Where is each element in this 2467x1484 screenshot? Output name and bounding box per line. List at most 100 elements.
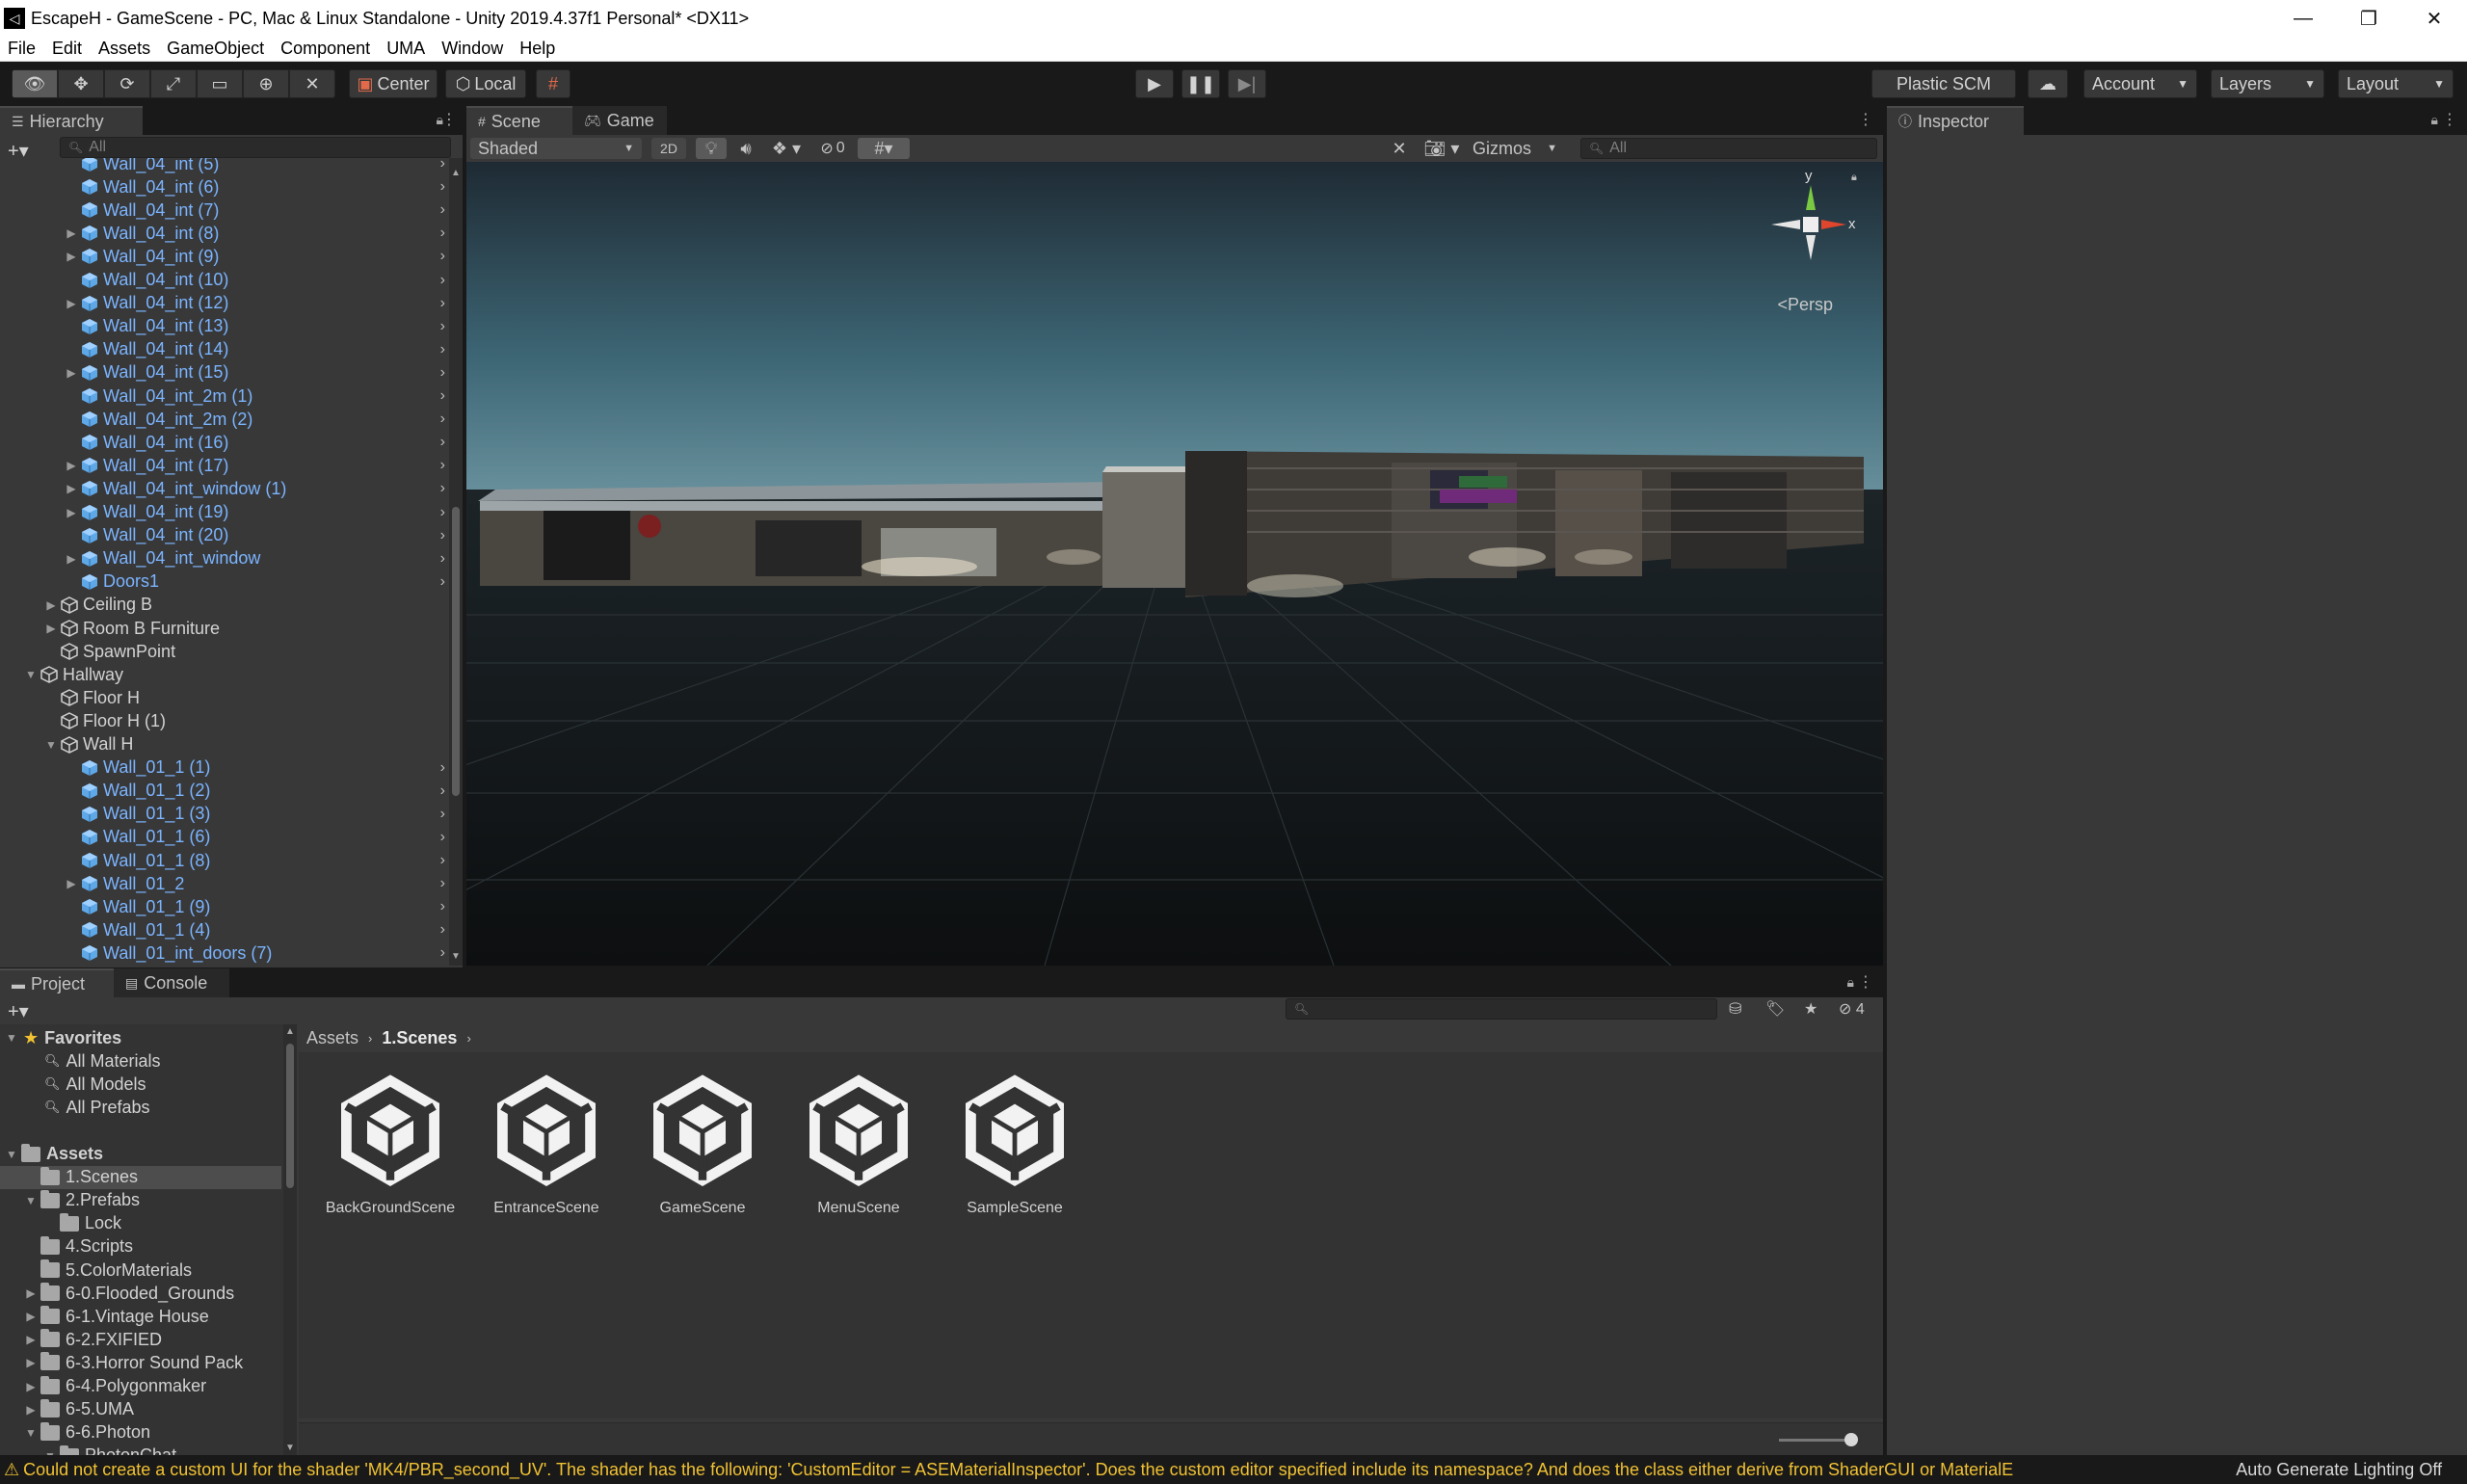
- hierarchy-item[interactable]: ▶ Wall_04_int (17) ›: [0, 454, 451, 477]
- hierarchy-item[interactable]: SpawnPoint: [0, 640, 451, 663]
- hierarchy-item[interactable]: Wall_04_int (10) ›: [0, 269, 451, 292]
- hierarchy-scrollbar[interactable]: ▲ ▼: [449, 158, 463, 966]
- project-tree-item[interactable]: ▼ Assets: [0, 1143, 281, 1166]
- open-prefab-chevron-icon[interactable]: ›: [440, 573, 445, 591]
- hierarchy-scroll-thumb[interactable]: [452, 507, 460, 796]
- tree-scrollbar[interactable]: ▲ ▼: [283, 1024, 297, 1455]
- lighting-status[interactable]: Auto Generate Lighting Off: [2236, 1460, 2442, 1480]
- project-tree-item[interactable]: ▶ 6-3.Horror Sound Pack: [0, 1351, 281, 1374]
- project-tree-item[interactable]: 🔍︎ All Prefabs: [0, 1096, 281, 1119]
- hidden-packages-toggle[interactable]: ⊘ 4: [1839, 999, 1865, 1019]
- hierarchy-item[interactable]: Wall_04_int_2m (1) ›: [0, 384, 451, 408]
- gizmo-lock-icon[interactable]: 🔒︎: [1851, 172, 1857, 184]
- collapsed-arrow-icon[interactable]: ▶: [65, 250, 78, 263]
- collapsed-arrow-icon[interactable]: ▶: [44, 598, 58, 612]
- hierarchy-item[interactable]: Wall_04_int (5) ›: [0, 158, 451, 175]
- open-prefab-chevron-icon[interactable]: ›: [440, 411, 445, 428]
- scroll-down-icon[interactable]: ▼: [451, 951, 461, 962]
- view-tool-icon[interactable]: 👁: [12, 69, 58, 98]
- tab-console[interactable]: ▤ Console: [114, 968, 229, 997]
- project-tree-item[interactable]: 1.Scenes: [0, 1165, 281, 1189]
- layout-dropdown[interactable]: Layout ▼: [2338, 69, 2454, 98]
- project-tree-item[interactable]: ▶ 6-2.FXIFIED: [0, 1328, 281, 1351]
- open-prefab-chevron-icon[interactable]: ›: [440, 852, 445, 869]
- effects-dropdown-icon[interactable]: ❖ ▾: [765, 138, 808, 159]
- rotate-tool-icon[interactable]: ⟳: [104, 69, 150, 98]
- open-prefab-chevron-icon[interactable]: ›: [440, 759, 445, 777]
- shading-mode-dropdown[interactable]: Shaded ▼: [470, 138, 642, 159]
- tab-scene[interactable]: # Scene: [466, 106, 572, 135]
- filter-by-label-icon[interactable]: 🏷︎: [1765, 999, 1785, 1019]
- perspective-label[interactable]: <Persp: [1777, 295, 1833, 315]
- account-dropdown[interactable]: Account ▼: [2083, 69, 2197, 98]
- hierarchy-item[interactable]: Wall_01_1 (1) ›: [0, 756, 451, 780]
- collapsed-arrow-icon[interactable]: ▶: [23, 1380, 39, 1393]
- play-button[interactable]: ▶: [1135, 69, 1174, 98]
- scene-asset[interactable]: GameScene: [630, 1072, 775, 1217]
- hierarchy-item[interactable]: ▶ Wall_04_int_window ›: [0, 547, 451, 570]
- open-prefab-chevron-icon[interactable]: ›: [440, 550, 445, 568]
- kebab-menu-icon[interactable]: ⋮: [2442, 110, 2457, 129]
- icon-size-slider-thumb[interactable]: [1844, 1433, 1858, 1446]
- hierarchy-item[interactable]: ▶ Wall_04_int (9) ›: [0, 245, 451, 268]
- project-tree-item[interactable]: ▶ 6-4.Polygonmaker: [0, 1375, 281, 1398]
- hierarchy-search-input[interactable]: 🔍︎ All: [60, 137, 451, 158]
- open-prefab-chevron-icon[interactable]: ›: [440, 225, 445, 242]
- hierarchy-item[interactable]: ▶ Wall_04_int (8) ›: [0, 222, 451, 245]
- hierarchy-item[interactable]: Wall_04_int (7) ›: [0, 199, 451, 222]
- pause-button[interactable]: ❚❚: [1181, 69, 1220, 98]
- open-prefab-chevron-icon[interactable]: ›: [440, 527, 445, 544]
- hierarchy-item[interactable]: ▶ Wall_01_2 ›: [0, 872, 451, 895]
- collapsed-arrow-icon[interactable]: ▶: [65, 877, 78, 890]
- collapsed-arrow-icon[interactable]: ▶: [23, 1286, 39, 1300]
- hierarchy-item[interactable]: Wall_04_int (13) ›: [0, 315, 451, 338]
- create-plus-icon[interactable]: +▾: [8, 999, 29, 1023]
- hierarchy-item[interactable]: ▶ Wall_04_int_window (1) ›: [0, 477, 451, 500]
- hierarchy-item[interactable]: ▶ Room B Furniture: [0, 617, 451, 640]
- lock-icon[interactable]: 🔒︎: [1847, 974, 1854, 991]
- project-tree-item[interactable]: ▼PhotonChat: [0, 1444, 281, 1455]
- hierarchy-item[interactable]: Wall_04_int (16) ›: [0, 431, 451, 454]
- open-prefab-chevron-icon[interactable]: ›: [440, 364, 445, 382]
- toggle-2d-button[interactable]: 2D: [651, 138, 686, 159]
- minimize-button[interactable]: —: [2270, 0, 2336, 37]
- tools-icon[interactable]: ✕: [1386, 138, 1413, 159]
- collapsed-arrow-icon[interactable]: ▶: [65, 482, 78, 495]
- kebab-menu-icon[interactable]: ⋮: [1858, 110, 1873, 129]
- gizmos-dropdown[interactable]: Gizmos ▼: [1469, 138, 1561, 159]
- project-tree-item[interactable]: ▼ 2.Prefabs: [0, 1189, 281, 1212]
- custom-tool-icon[interactable]: ✕: [289, 69, 335, 98]
- menu-assets[interactable]: Assets: [98, 39, 150, 59]
- scroll-up-icon[interactable]: ▲: [285, 1026, 295, 1037]
- open-prefab-chevron-icon[interactable]: ›: [440, 387, 445, 405]
- cloud-icon[interactable]: ☁: [2028, 69, 2068, 98]
- collapsed-arrow-icon[interactable]: ▶: [23, 1403, 39, 1417]
- hierarchy-item[interactable]: Wall_01_1 (9) ›: [0, 895, 451, 918]
- collapsed-arrow-icon[interactable]: ▶: [65, 297, 78, 310]
- open-prefab-chevron-icon[interactable]: ›: [440, 272, 445, 289]
- menu-component[interactable]: Component: [280, 39, 370, 59]
- hierarchy-item[interactable]: Doors1 ›: [0, 570, 451, 594]
- collapsed-arrow-icon[interactable]: ▶: [65, 226, 78, 240]
- scene-asset[interactable]: EntranceScene: [474, 1072, 619, 1217]
- open-prefab-chevron-icon[interactable]: ›: [440, 178, 445, 196]
- collapsed-arrow-icon[interactable]: ▶: [65, 366, 78, 380]
- hierarchy-item[interactable]: ▶ Wall_04_int (15) ›: [0, 361, 451, 384]
- tree-scroll-thumb[interactable]: [286, 1044, 294, 1188]
- breadcrumb-current[interactable]: 1.Scenes: [382, 1028, 457, 1048]
- hierarchy-item[interactable]: Wall_01_int_doors (7) ›: [0, 941, 451, 965]
- hierarchy-item[interactable]: Wall_04_int (6) ›: [0, 175, 451, 199]
- expanded-arrow-icon[interactable]: ▼: [4, 1031, 19, 1045]
- move-tool-icon[interactable]: ✥: [58, 69, 104, 98]
- collapsed-arrow-icon[interactable]: ▶: [23, 1356, 39, 1369]
- hierarchy-item[interactable]: ▶ Ceiling B: [0, 594, 451, 617]
- hierarchy-item[interactable]: ▼ Wall H: [0, 733, 451, 756]
- expanded-arrow-icon[interactable]: ▼: [44, 738, 58, 752]
- open-prefab-chevron-icon[interactable]: ›: [440, 944, 445, 962]
- scroll-down-icon[interactable]: ▼: [285, 1443, 295, 1453]
- project-tree-item[interactable]: 🔍︎ All Models: [0, 1073, 281, 1096]
- menu-edit[interactable]: Edit: [52, 39, 82, 59]
- open-prefab-chevron-icon[interactable]: ›: [440, 504, 445, 521]
- layers-dropdown[interactable]: Layers ▼: [2211, 69, 2324, 98]
- grid-toggle-icon[interactable]: #▾: [858, 138, 910, 159]
